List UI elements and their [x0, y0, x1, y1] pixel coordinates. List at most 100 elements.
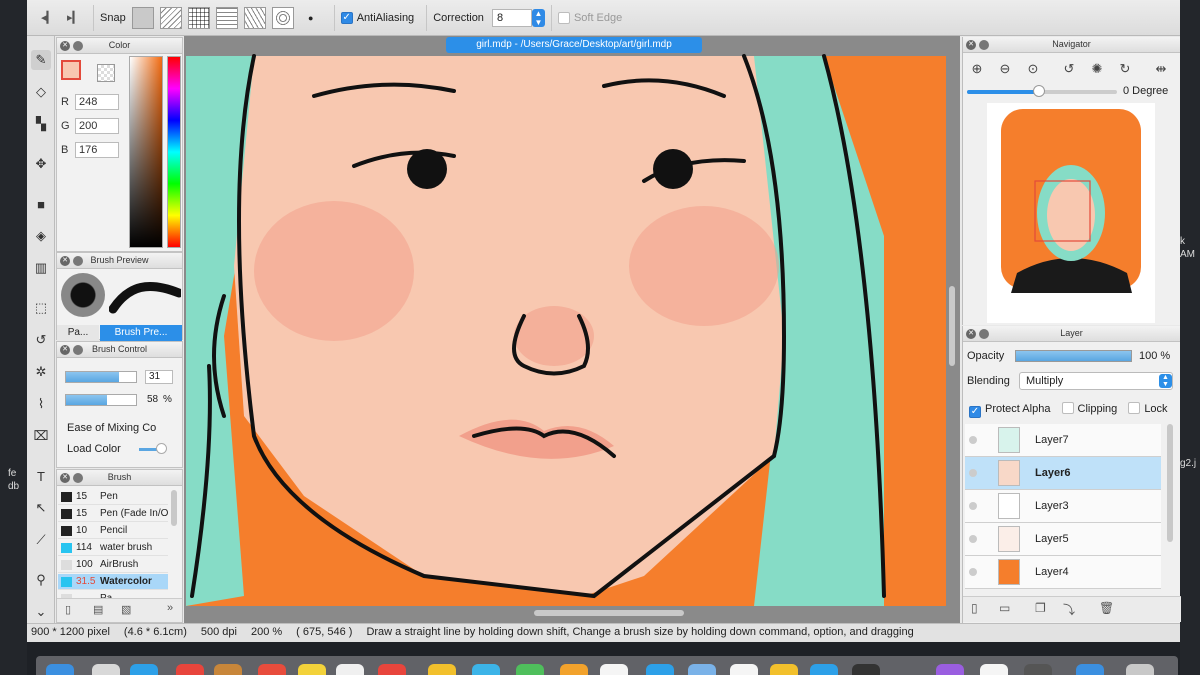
snap-parallel-icon[interactable] [159, 6, 182, 29]
eraser-tool-icon[interactable]: ◇ [31, 82, 51, 102]
green-field[interactable]: 200 [75, 118, 119, 134]
brush-settings-icon[interactable]: ▧ [121, 603, 131, 616]
more-icon[interactable]: » [167, 602, 173, 614]
layer-opacity-slider[interactable] [1015, 350, 1132, 362]
correction-field[interactable]: 8 [491, 8, 532, 27]
tab-brush-preview[interactable]: Brush Pre... [100, 325, 182, 341]
downloads-icon[interactable] [1076, 664, 1104, 675]
snap-point-icon[interactable]: ● [300, 7, 322, 29]
minimize-panel-icon[interactable] [73, 256, 83, 266]
visibility-icon[interactable] [969, 502, 977, 510]
visibility-icon[interactable] [969, 568, 977, 576]
undo-icon[interactable]: ◂▎ [35, 7, 61, 29]
facetime-icon[interactable] [472, 664, 500, 675]
messages-green-icon[interactable] [516, 664, 544, 675]
terminal-icon[interactable] [852, 664, 880, 675]
minimize-panel-icon[interactable] [73, 345, 83, 355]
trash-icon[interactable]: 🗑 [1099, 601, 1114, 615]
foreground-color-swatch[interactable] [61, 60, 81, 80]
messages-icon[interactable] [378, 664, 406, 675]
zoom-in-icon[interactable]: ⊕ [969, 61, 985, 77]
new-folder-icon[interactable]: ▭ [999, 601, 1010, 615]
finder-icon[interactable] [46, 664, 74, 675]
minimize-panel-icon[interactable] [979, 40, 989, 50]
safari-icon[interactable] [130, 664, 158, 675]
chevron-down-icon[interactable]: ▲ ▼ [1159, 374, 1172, 388]
select-pen-tool-icon[interactable]: ⌇ [31, 394, 51, 414]
snap-grid-icon[interactable] [187, 6, 210, 29]
layer-row[interactable]: Layer3 [965, 490, 1161, 523]
layer-row[interactable]: Layer7 [965, 424, 1161, 457]
new-brush-icon[interactable]: ▯ [65, 603, 71, 616]
divide-tool-icon[interactable]: ⟋ [31, 530, 51, 550]
cat-app-icon[interactable] [980, 664, 1008, 675]
fill-shape-tool-icon[interactable]: ■ [31, 194, 51, 214]
contacts-icon[interactable] [214, 664, 242, 675]
brush-list-item[interactable]: 10 Pencil [58, 523, 168, 539]
notes-icon[interactable] [298, 664, 326, 675]
brush-list-item[interactable]: 114 water brush [58, 540, 168, 556]
itunes-icon[interactable] [600, 664, 628, 675]
canvas-area[interactable] [184, 36, 960, 623]
minimize-panel-icon[interactable] [73, 473, 83, 483]
brush-size-field[interactable]: 31 [145, 370, 173, 384]
chrome-icon[interactable] [730, 664, 758, 675]
brush-tool-icon[interactable]: ✎ [31, 50, 51, 70]
visibility-icon[interactable] [969, 469, 977, 477]
import-brush-icon[interactable]: ▤ [93, 603, 103, 616]
dot-tool-icon[interactable]: ▚ [31, 114, 51, 134]
slider-knob[interactable] [1033, 85, 1045, 97]
close-panel-icon[interactable]: ✕ [60, 473, 70, 483]
snap-circle-icon[interactable] [271, 6, 294, 29]
expand-tools-icon[interactable]: ⌄ [31, 602, 51, 622]
app-store-icon[interactable] [646, 664, 674, 675]
preferences-icon[interactable] [688, 664, 716, 675]
gradient-tool-icon[interactable]: ▥ [31, 258, 51, 278]
snap-radial-icon[interactable] [243, 6, 266, 29]
navigator-thumbnail[interactable] [987, 103, 1155, 323]
bucket-tool-icon[interactable]: ◈ [31, 226, 51, 246]
antialiasing-checkbox[interactable]: ✓ [340, 11, 353, 24]
canvas-horizontal-scrollbar[interactable] [534, 610, 684, 616]
text-tool-icon[interactable]: T [31, 466, 51, 486]
brush-list-item[interactable]: 15 Pen [58, 489, 168, 505]
ibooks-icon[interactable] [560, 664, 588, 675]
trash-bin-icon[interactable] [1126, 664, 1154, 675]
transparent-color-swatch[interactable] [97, 64, 115, 82]
calendar-icon[interactable] [258, 664, 286, 675]
magic-wand-tool-icon[interactable]: ✲ [31, 362, 51, 382]
brush-opacity-value[interactable]: 58 [147, 394, 158, 405]
duplicate-layer-icon[interactable]: ❐ [1035, 601, 1046, 615]
correction-stepper[interactable]: ▲ ▼ [531, 8, 545, 27]
red-field[interactable]: 248 [75, 94, 119, 110]
select-tool-icon[interactable]: ⬚ [31, 298, 51, 318]
close-panel-icon[interactable]: ✕ [60, 345, 70, 355]
minimize-panel-icon[interactable] [73, 41, 83, 51]
zoom-out-icon[interactable]: ⊖ [997, 61, 1013, 77]
snap-off-icon[interactable] [131, 6, 154, 29]
close-panel-icon[interactable]: ✕ [60, 41, 70, 51]
layer-row[interactable]: Layer5 [965, 523, 1161, 556]
zoom-fit-icon[interactable]: ⊙ [1025, 61, 1041, 77]
rotate-reset-icon[interactable]: ✺ [1089, 61, 1105, 77]
sketch-icon[interactable] [770, 664, 798, 675]
mail-icon[interactable] [176, 664, 204, 675]
canvas-vertical-scrollbar[interactable] [949, 286, 955, 366]
new-layer-icon[interactable]: ▯ [971, 601, 978, 615]
layer-row[interactable]: Layer4 [965, 556, 1161, 589]
redo-icon[interactable]: ▸▎ [61, 7, 87, 29]
tab-pa[interactable]: Pa... [57, 325, 99, 341]
brush-list-item[interactable]: 100 AirBrush [58, 557, 168, 573]
hue-slider[interactable] [167, 56, 181, 248]
close-panel-icon[interactable]: ✕ [966, 329, 976, 339]
visibility-icon[interactable] [969, 535, 977, 543]
lasso-tool-icon[interactable]: ↺ [31, 330, 51, 350]
move-tool-icon[interactable]: ✥ [31, 154, 51, 174]
photos-icon[interactable] [428, 664, 456, 675]
reminders-icon[interactable] [336, 664, 364, 675]
select-eraser-tool-icon[interactable]: ⌧ [31, 426, 51, 446]
saturation-value-picker[interactable] [129, 56, 163, 248]
launchpad-icon[interactable] [92, 664, 120, 675]
blue-field[interactable]: 176 [75, 142, 119, 158]
layer-list-scrollbar[interactable] [1167, 424, 1173, 542]
